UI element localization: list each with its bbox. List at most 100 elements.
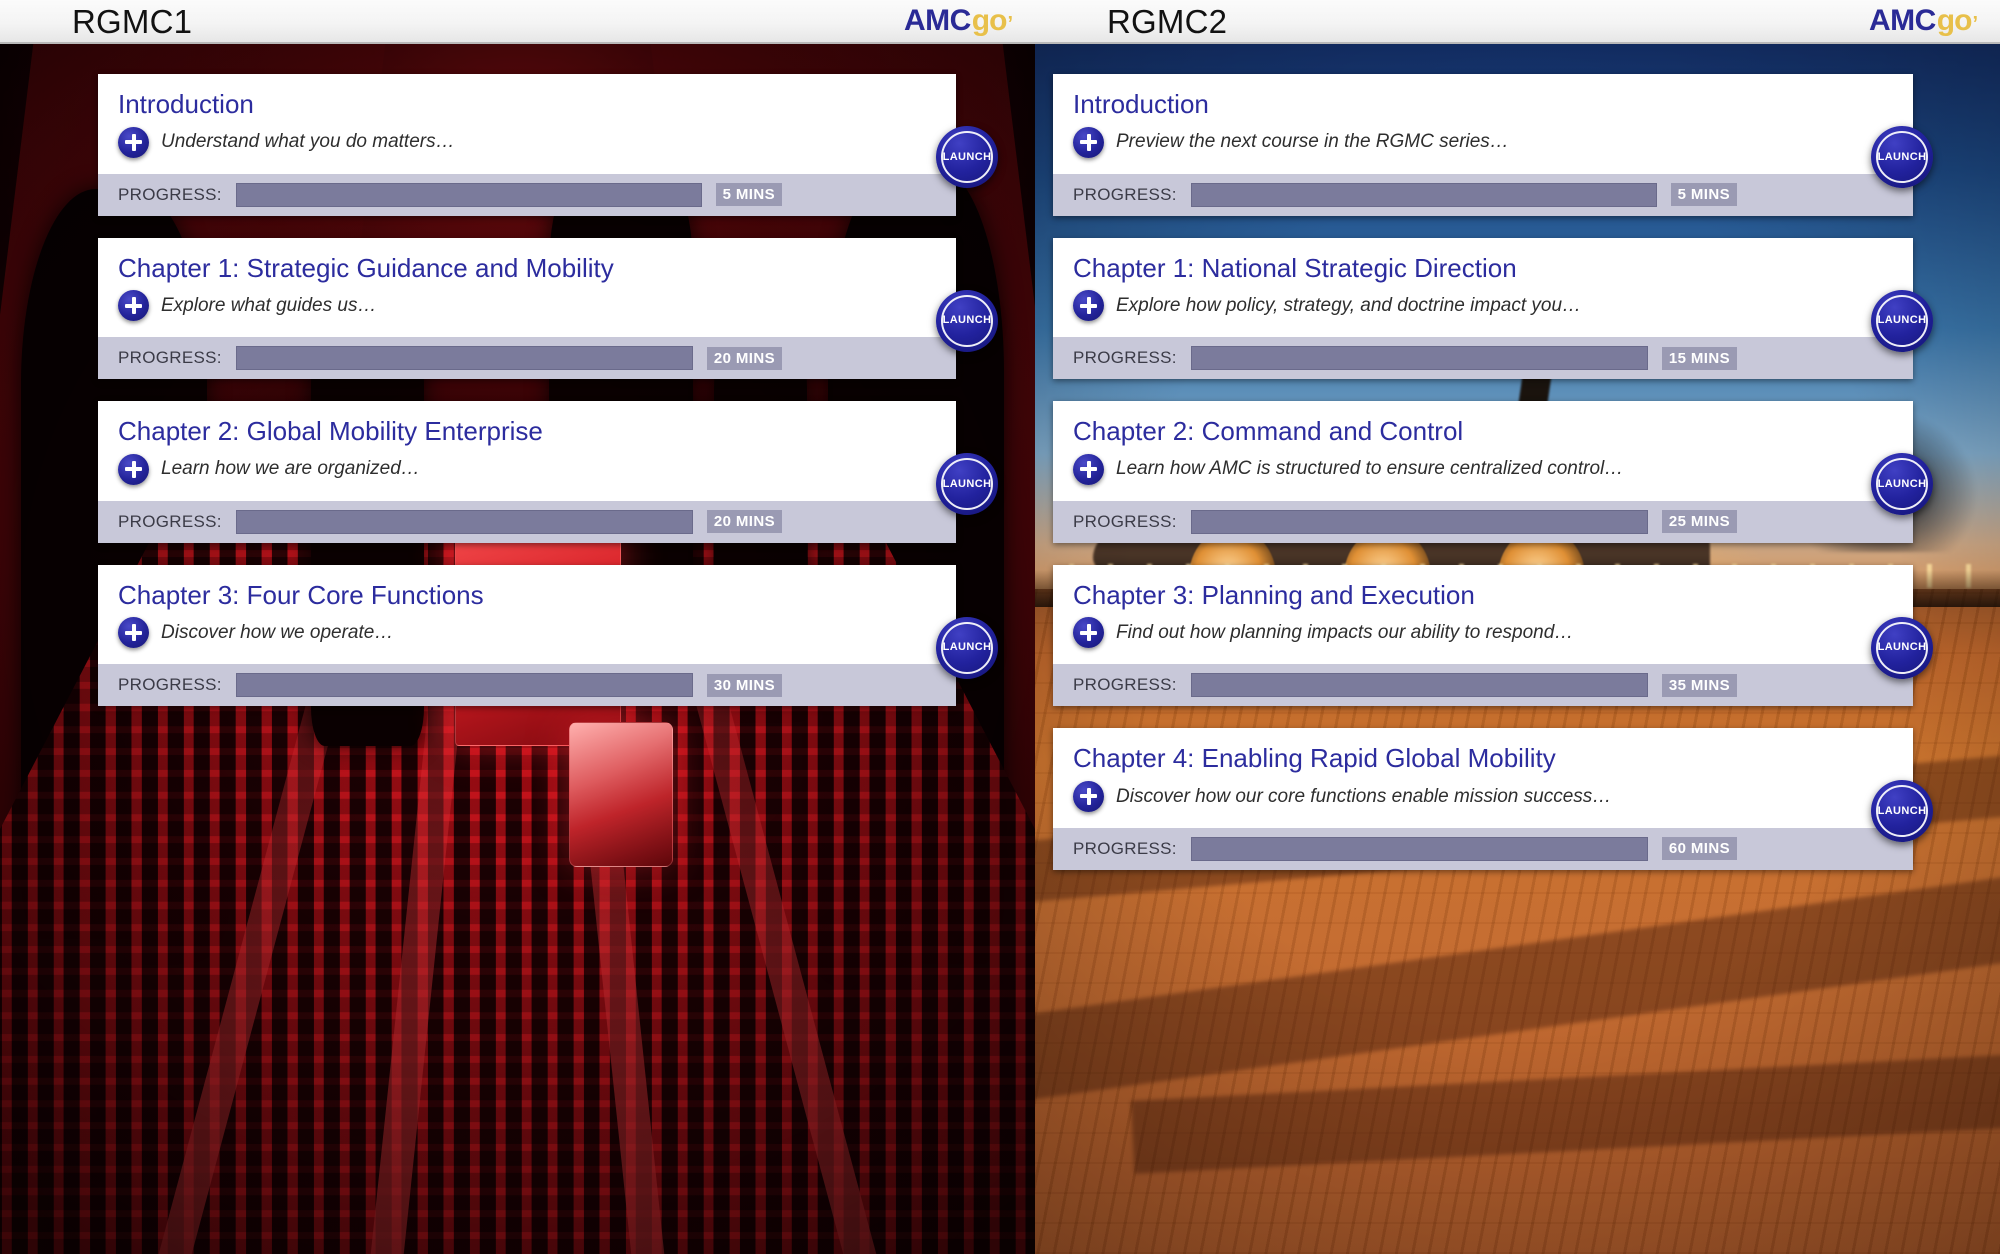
panel-header-rgmc1: RGMC1 AMC go’ (0, 0, 1035, 44)
duration-badge: 5 MINS (1670, 183, 1737, 207)
logo-tick-mark: ’ (1972, 13, 1978, 35)
progress-bar (235, 346, 693, 371)
course-card-footer: PROGRESS: 25 MINS (1053, 500, 1913, 543)
duration-badge: 25 MINS (1661, 510, 1737, 534)
course-subtitle-row: Discover how we operate… (118, 617, 934, 652)
course-card-body: Introduction Understand what you do matte… (98, 74, 956, 174)
course-card[interactable]: Chapter 1: National Strategic Direction E… (1053, 237, 1933, 380)
course-subtitle: Learn how we are organized… (161, 458, 420, 480)
plus-icon[interactable] (118, 290, 149, 322)
course-title: Chapter 2: Global Mobility Enterprise (118, 416, 543, 447)
launch-button[interactable]: LAUNCH (1871, 780, 1933, 843)
course-card[interactable]: Introduction Understand what you do matte… (98, 74, 998, 216)
course-list-rgmc1: Introduction Understand what you do matte… (98, 74, 998, 728)
logo-go-text: go (1936, 4, 1973, 37)
course-card[interactable]: Introduction Preview the next course in t… (1053, 74, 1933, 216)
course-card-body: Introduction Preview the next course in t… (1053, 74, 1913, 174)
launch-button-label: LAUNCH (942, 477, 992, 490)
plus-icon[interactable] (1073, 780, 1104, 812)
course-subtitle-row: Understand what you do matters… (118, 126, 934, 162)
course-card-footer: PROGRESS: 60 MINS (1053, 827, 1913, 870)
launch-button[interactable]: LAUNCH (936, 126, 998, 188)
course-card-body: Chapter 3: Planning and Execution Find ou… (1053, 564, 1913, 665)
course-card[interactable]: Chapter 3: Four Core Functions Discover h… (98, 564, 998, 707)
course-title: Chapter 1: Strategic Guidance and Mobili… (118, 252, 614, 283)
plus-icon[interactable] (118, 453, 149, 485)
plus-icon[interactable] (1073, 453, 1104, 485)
course-subtitle-row: Preview the next course in the RGMC seri… (1073, 126, 1891, 162)
course-subtitle-row: Explore what guides us… (118, 290, 934, 325)
course-title: Introduction (118, 89, 254, 119)
duration-badge: 20 MINS (706, 510, 782, 534)
course-title: Chapter 3: Four Core Functions (118, 579, 484, 610)
launch-button[interactable]: LAUNCH (1871, 126, 1933, 188)
course-card[interactable]: Chapter 3: Planning and Execution Find ou… (1053, 564, 1933, 707)
progress-bar (1190, 182, 1657, 207)
course-card-footer: PROGRESS: 20 MINS (98, 500, 956, 543)
course-title: Introduction (1073, 89, 1209, 119)
duration-badge: 60 MINS (1661, 837, 1737, 861)
course-subtitle-row: Discover how our core functions enable m… (1073, 780, 1891, 816)
course-subtitle: Understand what you do matters… (161, 131, 455, 153)
launch-button[interactable]: LAUNCH (1871, 616, 1933, 679)
course-subtitle: Find out how planning impacts our abilit… (1116, 622, 1574, 643)
course-panel-rgmc1: RGMC1 AMCgo’ IntroductionUnderstand wh (0, 0, 1035, 1254)
progress-bar (1190, 673, 1648, 698)
progress-label: PROGRESS: (118, 675, 222, 695)
course-list-rgmc2: Introduction Preview the next course in t… (1053, 74, 1933, 892)
amcgo-logo-right: AMC go’ (1869, 6, 1978, 36)
course-card[interactable]: Chapter 2: Command and Control Learn how … (1053, 401, 1933, 543)
progress-bar (235, 509, 693, 534)
course-subtitle: Discover how we operate… (161, 622, 394, 643)
launch-button-label: LAUNCH (1877, 804, 1927, 817)
course-card-body: Chapter 3: Four Core Functions Discover h… (98, 564, 956, 665)
launch-button[interactable]: LAUNCH (936, 453, 998, 516)
course-card-footer: PROGRESS: 35 MINS (1053, 664, 1913, 707)
launch-button-label: LAUNCH (942, 314, 992, 327)
progress-label: PROGRESS: (118, 511, 222, 531)
course-card-body: Chapter 4: Enabling Rapid Global Mobilit… (1053, 728, 1913, 828)
course-subtitle-row: Explore how policy, strategy, and doctri… (1073, 290, 1891, 325)
course-title: Chapter 3: Planning and Execution (1073, 579, 1475, 610)
panel-header-rgmc2: RGMC2 AMC go’ (1035, 0, 2000, 44)
course-title: Chapter 2: Command and Control (1073, 416, 1464, 447)
course-subtitle: Discover how our core functions enable m… (1116, 785, 1612, 807)
course-card-footer: PROGRESS: 5 MINS (1053, 173, 1913, 216)
course-title: Chapter 1: National Strategic Direction (1073, 252, 1517, 283)
course-subtitle: Explore what guides us… (161, 294, 377, 316)
course-card[interactable]: Chapter 4: Enabling Rapid Global Mobilit… (1053, 728, 1933, 870)
course-card[interactable]: Chapter 1: Strategic Guidance and Mobili… (98, 237, 998, 380)
progress-bar (235, 673, 693, 698)
page-title-rgmc1: RGMC1 (72, 2, 193, 40)
duration-badge: 35 MINS (1661, 673, 1737, 697)
progress-label: PROGRESS: (1073, 511, 1177, 531)
progress-label: PROGRESS: (118, 348, 222, 368)
course-card-body: Chapter 1: National Strategic Direction E… (1053, 237, 1913, 338)
page-title-rgmc2: RGMC2 (1107, 2, 1228, 40)
launch-button[interactable]: LAUNCH (936, 289, 998, 352)
plus-icon[interactable] (118, 617, 149, 649)
course-subtitle: Preview the next course in the RGMC seri… (1116, 131, 1509, 153)
progress-label: PROGRESS: (1073, 184, 1177, 204)
course-card-body: Chapter 2: Global Mobility Enterprise Lea… (98, 401, 956, 501)
logo-go-text: go (971, 4, 1008, 37)
plus-icon[interactable] (118, 126, 149, 158)
launch-button[interactable]: LAUNCH (1871, 453, 1933, 516)
launch-button[interactable]: LAUNCH (936, 616, 998, 679)
course-card-footer: PROGRESS: 5 MINS (98, 173, 956, 216)
course-subtitle-row: Learn how we are organized… (118, 453, 934, 489)
plus-icon[interactable] (1073, 126, 1104, 158)
duration-badge: 5 MINS (715, 183, 782, 207)
plus-icon[interactable] (1073, 617, 1104, 649)
course-card[interactable]: Chapter 2: Global Mobility Enterprise Lea… (98, 401, 998, 543)
progress-bar (1190, 346, 1648, 371)
launch-button-label: LAUNCH (942, 150, 992, 163)
duration-badge: 30 MINS (706, 673, 782, 697)
progress-label: PROGRESS: (118, 184, 222, 204)
progress-bar (235, 182, 702, 207)
launch-button[interactable]: LAUNCH (1871, 289, 1933, 352)
plus-icon[interactable] (1073, 290, 1104, 322)
launch-button-label: LAUNCH (942, 641, 992, 654)
course-subtitle: Explore how policy, strategy, and doctri… (1116, 294, 1582, 316)
duration-badge: 15 MINS (1661, 346, 1737, 370)
